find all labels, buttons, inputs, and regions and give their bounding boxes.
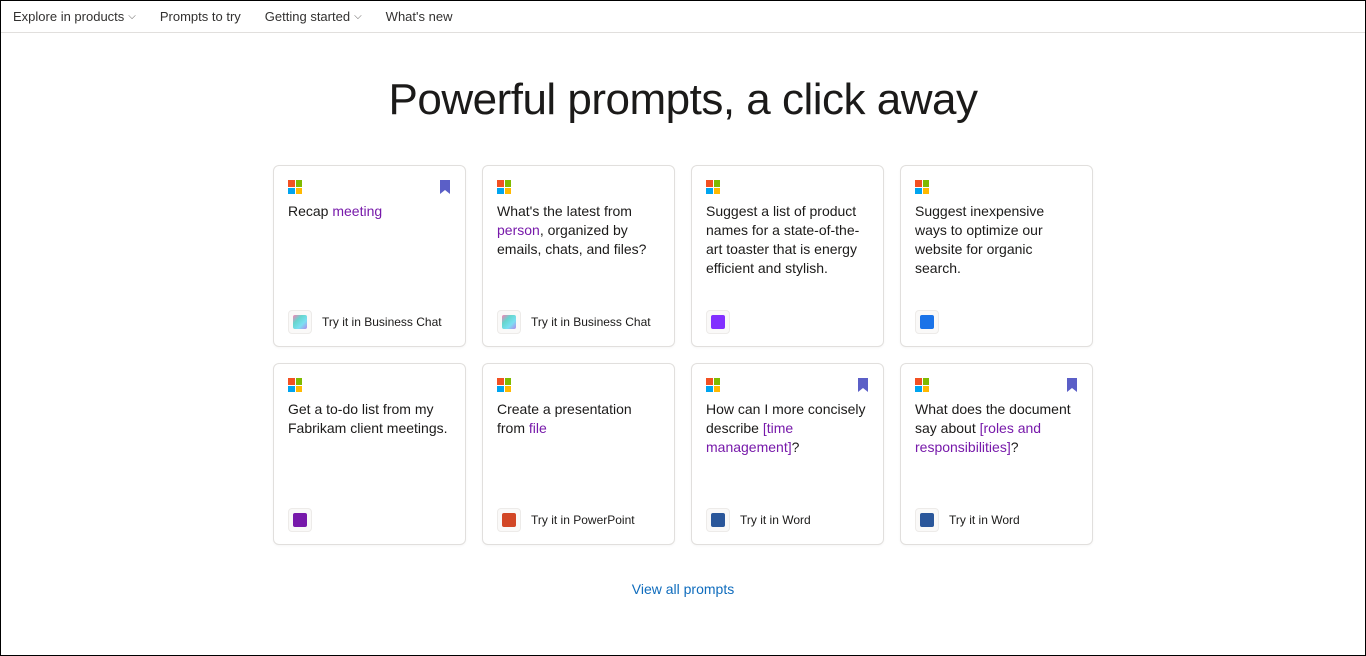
microsoft-logo-icon <box>915 378 929 392</box>
prompt-card[interactable]: Suggest inexpensive ways to optimize our… <box>900 165 1093 347</box>
card-footer: Try it in PowerPoint <box>497 508 660 532</box>
bookmark-icon[interactable] <box>439 180 451 194</box>
microsoft-logo-icon <box>288 180 302 194</box>
try-in-label: Try it in Word <box>740 513 811 527</box>
chevron-down-icon: ⌵ <box>128 11 136 22</box>
prompt-text: What's the latest from person, organized… <box>497 202 660 259</box>
prompt-grid: Recap meeting Try it in Business Chat What… <box>273 165 1093 545</box>
prompt-text-suffix: ? <box>792 439 800 455</box>
prompt-highlight: person <box>497 222 540 238</box>
prompt-text: Recap meeting <box>288 202 451 221</box>
prompt-text: What does the document say about [roles … <box>915 400 1078 457</box>
hero: Powerful prompts, a click away <box>1 75 1365 125</box>
nav-explore[interactable]: Explore in products ⌵ <box>13 9 136 24</box>
microsoft-logo-icon <box>288 378 302 392</box>
prompt-text-prefix: Create a presentation from <box>497 401 632 436</box>
card-footer: Try it in Word <box>915 508 1078 532</box>
nav-explore-label: Explore in products <box>13 9 124 24</box>
try-in-label: Try it in Business Chat <box>531 315 651 329</box>
prompt-card[interactable]: What does the document say about [roles … <box>900 363 1093 545</box>
try-in-label: Try it in Word <box>949 513 1020 527</box>
card-header <box>497 180 660 194</box>
chevron-down-icon: ⌵ <box>354 11 362 22</box>
copilot-icon <box>497 310 521 334</box>
prompt-text-prefix: Get a to-do list from my Fabrikam client… <box>288 401 448 436</box>
word-icon <box>706 508 730 532</box>
card-header <box>706 378 869 392</box>
prompt-highlight: file <box>529 420 547 436</box>
loop-icon <box>706 310 730 334</box>
nav-prompts-label: Prompts to try <box>160 9 241 24</box>
page-title: Powerful prompts, a click away <box>1 75 1365 125</box>
nav-getting-started-label: Getting started <box>265 9 350 24</box>
nav-whats-new[interactable]: What's new <box>386 9 453 24</box>
prompt-text-suffix: ? <box>1011 439 1019 455</box>
microsoft-logo-icon <box>497 180 511 194</box>
word-icon <box>915 508 939 532</box>
view-all-link[interactable]: View all prompts <box>632 581 734 597</box>
prompt-card[interactable]: What's the latest from person, organized… <box>482 165 675 347</box>
prompt-card[interactable]: Recap meeting Try it in Business Chat <box>273 165 466 347</box>
card-header <box>915 180 1078 194</box>
prompt-highlight: meeting <box>332 203 382 219</box>
try-in-label: Try it in Business Chat <box>322 315 442 329</box>
view-all-wrap: View all prompts <box>1 581 1365 599</box>
nav-getting-started[interactable]: Getting started ⌵ <box>265 9 362 24</box>
card-header <box>706 180 869 194</box>
prompt-text-prefix: Suggest inexpensive ways to optimize our… <box>915 203 1044 276</box>
card-footer <box>706 310 869 334</box>
card-footer <box>915 310 1078 334</box>
bookmark-icon[interactable] <box>1066 378 1078 392</box>
prompt-text-prefix: Suggest a list of product names for a st… <box>706 203 859 276</box>
try-in-label: Try it in PowerPoint <box>531 513 635 527</box>
card-footer: Try it in Business Chat <box>497 310 660 334</box>
microsoft-logo-icon <box>706 378 720 392</box>
prompt-text: How can I more concisely describe [time … <box>706 400 869 457</box>
prompt-card[interactable]: How can I more concisely describe [time … <box>691 363 884 545</box>
nav-prompts[interactable]: Prompts to try <box>160 9 241 24</box>
prompt-card[interactable]: Get a to-do list from my Fabrikam client… <box>273 363 466 545</box>
top-nav: Explore in products ⌵ Prompts to try Get… <box>1 1 1365 33</box>
card-header <box>497 378 660 392</box>
microsoft-logo-icon <box>706 180 720 194</box>
prompt-card[interactable]: Suggest a list of product names for a st… <box>691 165 884 347</box>
prompt-card[interactable]: Create a presentation from file Try it in… <box>482 363 675 545</box>
copilot-icon <box>288 310 312 334</box>
microsoft-logo-icon <box>915 180 929 194</box>
prompt-text-prefix: What's the latest from <box>497 203 632 219</box>
card-header <box>915 378 1078 392</box>
bookmark-icon[interactable] <box>857 378 869 392</box>
prompt-text: Suggest inexpensive ways to optimize our… <box>915 202 1078 278</box>
whiteboard-icon <box>915 310 939 334</box>
card-header <box>288 378 451 392</box>
onenote-icon <box>288 508 312 532</box>
nav-whats-new-label: What's new <box>386 9 453 24</box>
card-header <box>288 180 451 194</box>
powerpoint-icon <box>497 508 521 532</box>
card-footer <box>288 508 451 532</box>
prompt-text: Get a to-do list from my Fabrikam client… <box>288 400 451 438</box>
card-footer: Try it in Business Chat <box>288 310 451 334</box>
prompt-text-prefix: Recap <box>288 203 332 219</box>
prompt-text: Suggest a list of product names for a st… <box>706 202 869 278</box>
card-footer: Try it in Word <box>706 508 869 532</box>
microsoft-logo-icon <box>497 378 511 392</box>
prompt-text: Create a presentation from file <box>497 400 660 438</box>
